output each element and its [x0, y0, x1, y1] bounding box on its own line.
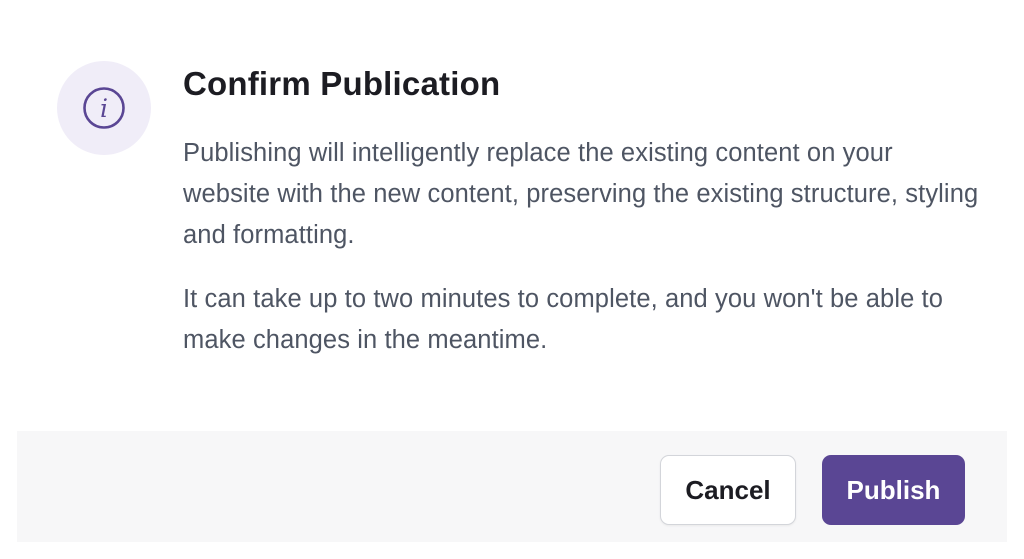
confirm-publication-dialog: i Confirm Publication Publishing will in… [17, 18, 1007, 542]
dialog-body: i Confirm Publication Publishing will in… [17, 18, 1007, 431]
dialog-footer: Cancel Publish [17, 431, 1007, 542]
dialog-title: Confirm Publication [183, 65, 501, 102]
info-icon: i [57, 61, 151, 155]
publish-button[interactable]: Publish [822, 455, 965, 525]
svg-text:i: i [100, 94, 108, 123]
cancel-button[interactable]: Cancel [660, 455, 796, 525]
dialog-description: Publishing will intelligently replace th… [183, 139, 979, 249]
dialog-note: It can take up to two minutes to complet… [183, 285, 944, 354]
